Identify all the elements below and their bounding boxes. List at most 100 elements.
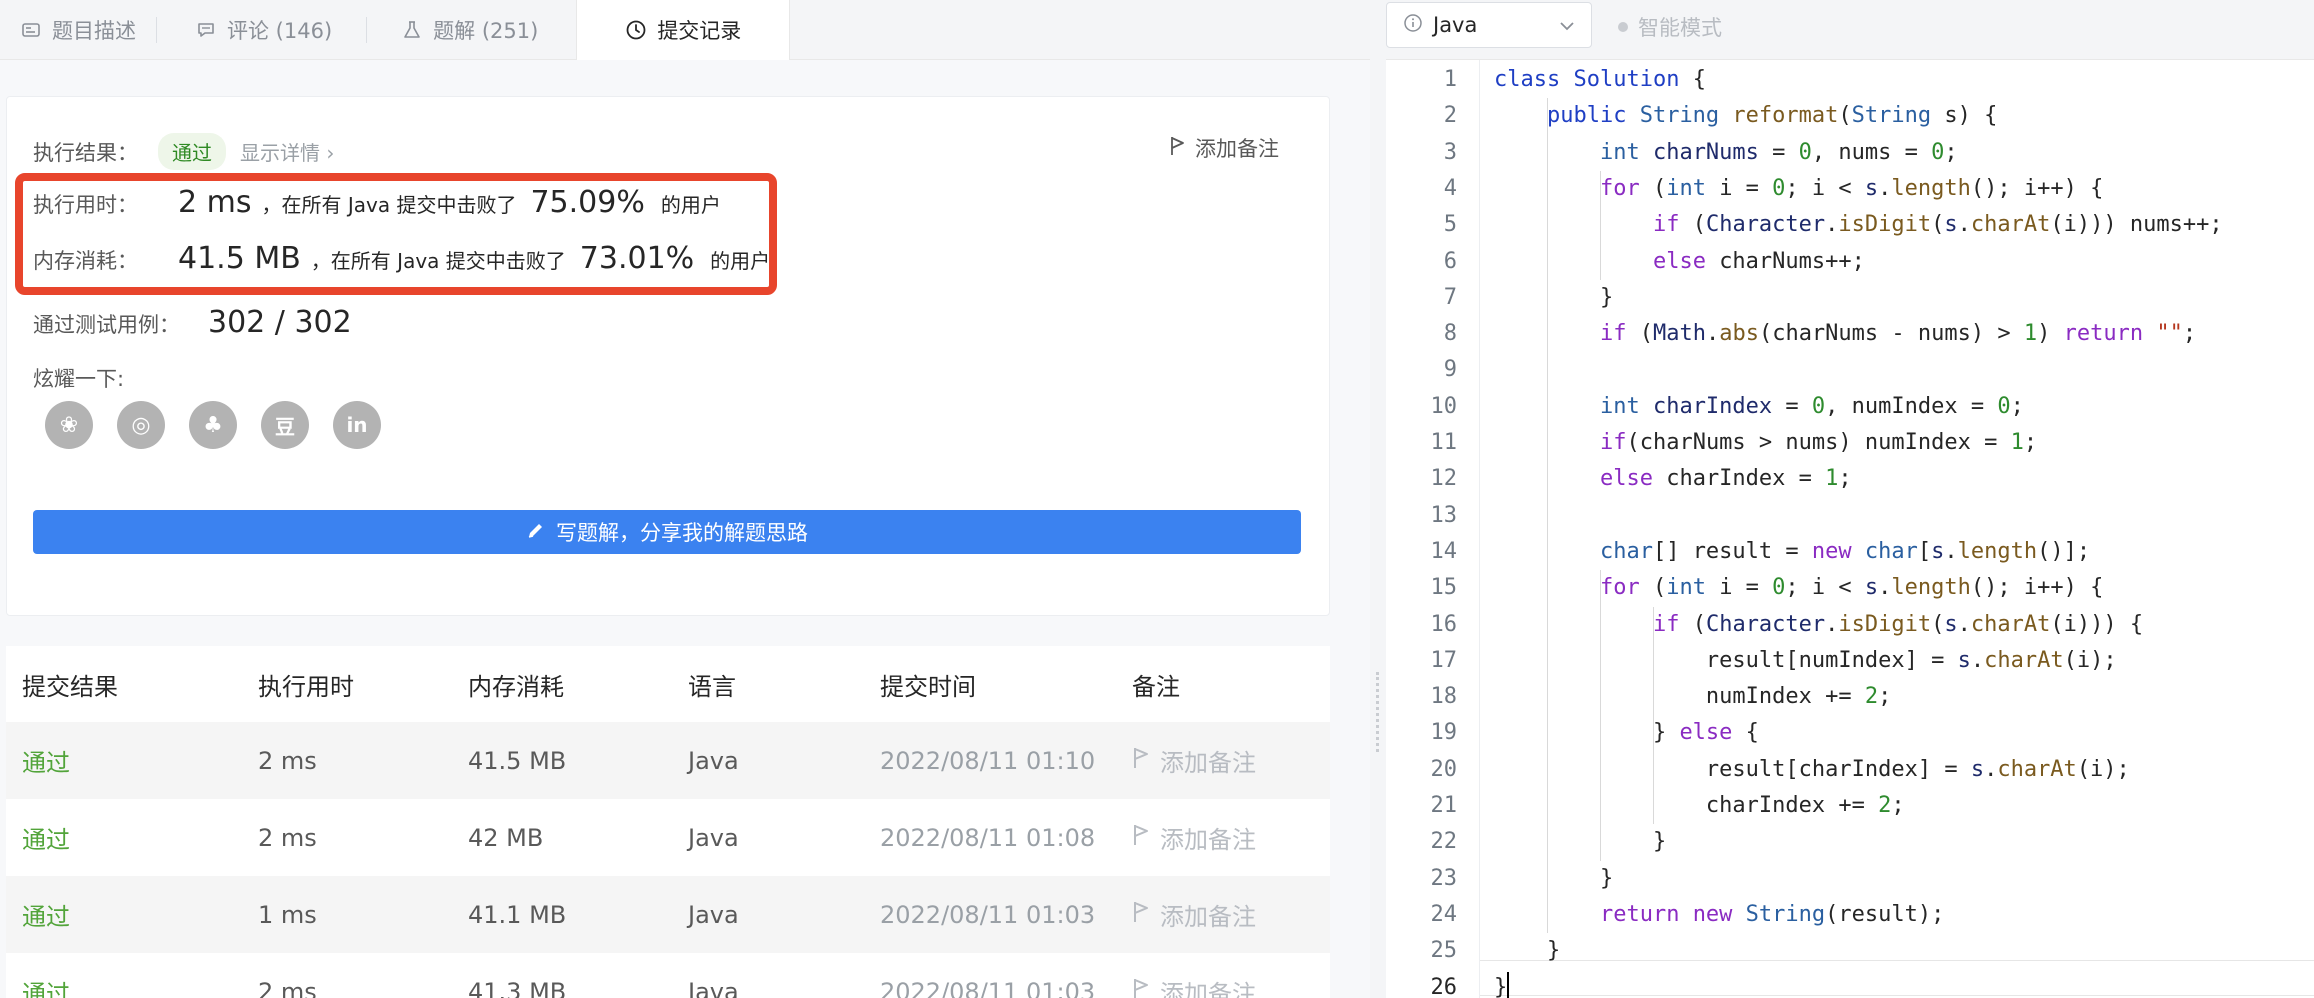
- smart-mode-label: 智能模式: [1638, 16, 1722, 40]
- code-token: .: [1878, 575, 1892, 601]
- code-token: Character: [1705, 212, 1826, 238]
- tab-comments[interactable]: 评论 (146): [157, 0, 366, 60]
- code-line: for (int i = 0; i < s.length(); i++) {: [1494, 570, 2103, 606]
- line-number: 15: [1430, 575, 1458, 601]
- drag-handle[interactable]: [1376, 672, 1380, 752]
- show-details-link[interactable]: 显示详情 ›: [240, 137, 334, 166]
- code-line: if (Character.isDigit(s.charAt(i))) {: [1494, 607, 2143, 643]
- code-token: i =: [1719, 175, 1773, 201]
- clock-icon: [625, 19, 647, 41]
- table-row[interactable]: 通过 2 ms 41.3 MB Java 2022/08/11 01:03 添加…: [6, 953, 1330, 998]
- tab-description[interactable]: 题目描述: [0, 0, 156, 60]
- line-number: 11: [1430, 430, 1458, 455]
- code-token: ;: [1838, 466, 1852, 492]
- line-number: 21: [1430, 793, 1458, 818]
- line-number: 23: [1430, 865, 1458, 891]
- add-note-button[interactable]: 添加备注: [1169, 133, 1279, 163]
- row-runtime: 2 ms: [258, 977, 317, 998]
- code-token: length: [1891, 175, 1971, 201]
- row-submitted: 2022/08/11 01:08: [880, 823, 1096, 852]
- flag-icon: [1132, 977, 1150, 998]
- runtime-value: 2 ms: [178, 185, 252, 220]
- tab-solutions[interactable]: 题解 (251): [367, 0, 576, 60]
- code-line: }: [1494, 970, 1507, 998]
- wechat-icon[interactable]: ❀: [45, 401, 93, 449]
- code-token: }: [1494, 974, 1508, 998]
- table-row[interactable]: 通过 2 ms 41.5 MB Java 2022/08/11 01:10 添加…: [6, 722, 1330, 799]
- code-line: numIndex += 2;: [1494, 679, 1891, 715]
- header-result: 提交结果: [22, 672, 118, 701]
- row-runtime: 2 ms: [258, 746, 317, 775]
- comment-icon: [195, 19, 217, 41]
- header-memory: 内存消耗: [468, 672, 564, 701]
- code-token: Solution: [1573, 67, 1693, 92]
- code-editor[interactable]: 1 2 3 4 5 6 7 8 9 10 11 12 13 14 15 16 17 18 19 20 21 22 23 24 2…: [1386, 60, 2314, 998]
- smart-mode-toggle[interactable]: 智能模式: [1618, 12, 1722, 42]
- code-token: (result);: [1825, 901, 1945, 927]
- code-token: result[charIndex] =: [1494, 756, 1971, 782]
- code-token: (: [1652, 175, 1667, 201]
- code-token: charAt: [1970, 212, 2051, 238]
- row-add-note[interactable]: 添加备注: [1132, 820, 1330, 855]
- code-token: ): [2037, 321, 2064, 347]
- code-token: 0: [1811, 393, 1826, 419]
- douban-icon[interactable]: 豆: [261, 401, 309, 449]
- code-token: String: [1639, 103, 1733, 129]
- code-token: 2: [1878, 793, 1892, 818]
- row-result[interactable]: 通过: [6, 820, 258, 855]
- code-token: }: [1494, 829, 1667, 855]
- code-token: }: [1494, 865, 1614, 891]
- code-token: }: [1494, 284, 1614, 310]
- write-solution-button[interactable]: 写题解，分享我的解题思路: [33, 510, 1301, 554]
- row-add-note[interactable]: 添加备注: [1132, 897, 1330, 932]
- code-token: s: [1864, 575, 1879, 601]
- code-line: if (Character.isDigit(s.charAt(i))) nums…: [1494, 207, 2223, 243]
- qq-icon[interactable]: ♣: [189, 401, 237, 449]
- row-add-note[interactable]: 添加备注: [1132, 974, 1330, 998]
- row-add-note[interactable]: 添加备注: [1132, 743, 1330, 778]
- language-select[interactable]: Java: [1386, 2, 1592, 48]
- row-language: Java: [688, 977, 739, 998]
- code-line: }: [1494, 933, 1560, 969]
- code-token: .: [1825, 212, 1839, 238]
- code-token: 0: [1997, 393, 2011, 419]
- code-token: [: [1917, 538, 1932, 564]
- code-token: {: [1745, 720, 1759, 746]
- header-runtime: 执行用时: [258, 672, 354, 701]
- code-token: numIndex +=: [1494, 684, 1865, 710]
- tab-submissions[interactable]: 提交记录: [576, 0, 791, 60]
- code-token: 2: [1864, 684, 1879, 710]
- row-submitted: 2022/08/11 01:03: [880, 977, 1096, 998]
- code-token: [] result =: [1652, 538, 1812, 564]
- code-line: result[numIndex] = s.charAt(i);: [1494, 643, 2117, 679]
- result-row: 执行结果： 通过 显示详情 ›: [33, 133, 334, 170]
- code-area[interactable]: class Solution { public String reformat(…: [1480, 60, 2314, 998]
- line-number: 4: [1443, 175, 1457, 201]
- code-token: charIndex: [1652, 393, 1773, 419]
- row-result[interactable]: 通过: [6, 974, 258, 998]
- line-number: 1: [1443, 67, 1457, 92]
- code-token: .: [1825, 611, 1839, 637]
- panel-splitter[interactable]: [1370, 0, 1386, 998]
- code-token: .: [1944, 538, 1958, 564]
- table-row[interactable]: 通过 2 ms 42 MB Java 2022/08/11 01:08 添加备注: [6, 799, 1330, 876]
- code-line: if (Math.abs(charNums - nums) > 1) retur…: [1494, 316, 2196, 352]
- code-token: (i);: [2076, 756, 2130, 782]
- code-token: return: [2063, 321, 2157, 347]
- memory-value: 41.5 MB: [178, 241, 301, 276]
- line-number: 7: [1443, 284, 1457, 310]
- code-token: ()];: [2037, 538, 2091, 564]
- row-result[interactable]: 通过: [6, 897, 258, 932]
- line-number: 14: [1430, 538, 1458, 564]
- code-token: charIndex =: [1666, 466, 1826, 492]
- row-result[interactable]: 通过: [6, 743, 258, 778]
- table-row[interactable]: 通过 1 ms 41.1 MB Java 2022/08/11 01:03 添加…: [6, 876, 1330, 953]
- weibo-icon[interactable]: ◎: [117, 401, 165, 449]
- memory-tail: 的用户: [710, 249, 771, 273]
- row-memory: 42 MB: [468, 823, 544, 852]
- linkedin-icon[interactable]: in: [333, 401, 381, 449]
- code-token: int: [1666, 175, 1720, 201]
